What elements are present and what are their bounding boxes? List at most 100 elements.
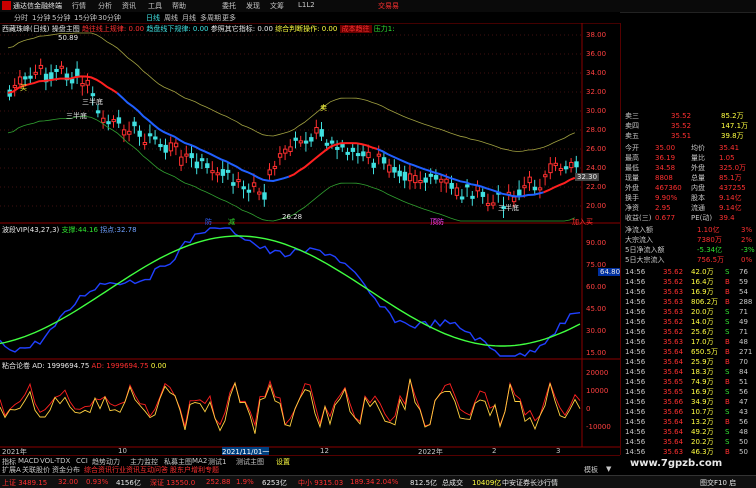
main-axis-tick: 28.00 — [586, 126, 607, 134]
sell-price: 35.51 — [671, 132, 692, 140]
tick-vol: 18.3万 — [691, 368, 714, 376]
main-axis-tick: 32.00 — [586, 88, 607, 96]
candle-body — [184, 153, 189, 157]
tab-period-2[interactable]: 5分钟 — [52, 13, 70, 23]
candle-body — [12, 84, 18, 88]
field-label: 净资 — [625, 204, 639, 212]
tick-vol: 16.9万 — [691, 388, 714, 396]
tab-period-0[interactable]: 分时 — [14, 13, 28, 23]
tick-price: 35.64 — [663, 418, 684, 426]
fn-item-3[interactable]: CCI — [76, 457, 88, 465]
tick-row-2: 14:56 35.63 16.9万 B 54 — [621, 287, 756, 297]
tab-period-5[interactable]: 日线 — [146, 13, 160, 23]
candlesticks — [7, 58, 579, 218]
tab-period-9[interactable]: 更多 — [222, 13, 236, 23]
ext-item-0[interactable]: 扩展A — [2, 465, 21, 475]
ext-item-2[interactable]: 资金分布 — [52, 465, 80, 475]
watermark-text: www.7gpzb.com — [630, 458, 723, 469]
candle-body — [257, 191, 262, 195]
fn-item-2[interactable]: VOL-TDX — [40, 457, 70, 465]
menu-wenchou[interactable]: 文筹 — [270, 1, 284, 11]
fn-item-1[interactable]: MACD — [18, 457, 39, 465]
menu-news[interactable]: 资讯 — [122, 1, 136, 11]
menu-tools[interactable]: 工具 — [148, 1, 162, 11]
tick-price: 35.63 — [663, 288, 684, 296]
field-label: 最高 — [625, 154, 639, 162]
tick-side: B — [725, 298, 730, 306]
ext-item-6[interactable]: 股东户增利专题 — [170, 465, 219, 475]
ad-label2: 0.00 — [150, 362, 167, 370]
tick-vol: 16.4万 — [691, 278, 714, 286]
ma-line-blue — [116, 92, 290, 183]
status-2: 0.93% — [86, 478, 109, 486]
flow-label: 净流入额 — [625, 226, 653, 234]
osc-name[interactable]: 波段VIP(43,27,3) — [2, 226, 59, 234]
chart-area[interactable]: 西藏珠峰(日线) 操盘主图 趋往线上规律: 0.00 趋盘线下规律: 0.00 … — [0, 23, 623, 457]
field-value: 467360 — [655, 184, 682, 192]
xaxis-label-3: 12 — [320, 447, 329, 455]
tab-period-3[interactable]: 15分钟 — [74, 13, 97, 23]
xaxis-label-1: 10 — [118, 447, 127, 455]
kline-svg[interactable] — [0, 23, 620, 455]
ext-item-3[interactable]: 综合资讯 — [84, 465, 112, 475]
tick-price: 35.64 — [663, 438, 684, 446]
tick-price: 35.66 — [663, 398, 684, 406]
tick-row-3: 14:56 35.63 806.2万 B 288 — [621, 297, 756, 307]
menu-help[interactable]: 帮助 — [172, 1, 186, 11]
candle-body — [111, 119, 116, 123]
ext-item-5[interactable]: 互动问答 — [140, 465, 168, 475]
ext-right-1[interactable]: ▼ — [606, 465, 611, 473]
sell-sign-1: 卖 — [320, 104, 327, 112]
field-label2: 总量 — [691, 174, 705, 182]
status-6: 1.9% — [236, 478, 254, 486]
ext-right-0[interactable]: 模板 — [584, 465, 598, 475]
tick-price: 35.66 — [663, 408, 684, 416]
bottom-label-3: 三半底 — [498, 204, 519, 212]
main-axis-tick: 36.00 — [586, 50, 607, 58]
tab-period-8[interactable]: 多周期 — [200, 13, 221, 23]
field-label2: 流通 — [691, 204, 705, 212]
status-5: 252.88 — [206, 478, 231, 486]
zhuijia-label: 加入买 — [572, 218, 593, 226]
flow-value: 7380万 — [697, 236, 722, 244]
menu-discover[interactable]: 发现 — [246, 1, 260, 11]
candle-body — [210, 170, 215, 174]
osc-axis-tick: 15.00 — [586, 349, 607, 357]
tick-price: 35.62 — [663, 268, 684, 276]
candle-body — [85, 79, 90, 86]
ad-axis-tick: -10000 — [586, 423, 611, 431]
tick-count: 271 — [739, 348, 753, 356]
candle-body — [231, 182, 236, 186]
menu-analysis[interactable]: 分析 — [98, 1, 112, 11]
tab-period-4[interactable]: 30分钟 — [98, 13, 121, 23]
xaxis-label-5: 2 — [492, 447, 497, 455]
tick-vol: 16.9万 — [691, 288, 714, 296]
candle-body — [569, 161, 574, 169]
tick-price: 35.64 — [663, 348, 684, 356]
sell-price: 35.52 — [671, 112, 692, 120]
menu-l1l2[interactable]: L1L2 — [298, 1, 315, 9]
field-value: 9.90% — [655, 194, 678, 202]
tab-period-1[interactable]: 1分钟 — [32, 13, 50, 23]
tick-count: 54 — [739, 288, 748, 296]
ext-item-4[interactable]: 行业资讯 — [112, 465, 140, 475]
tick-side: S — [725, 388, 730, 396]
tick-vol: 806.2万 — [691, 298, 719, 306]
candle-body — [480, 191, 486, 197]
ad-name[interactable]: 粘合论卷 AD: 1999694.75 — [2, 362, 89, 370]
flow-change: 0% — [741, 256, 753, 264]
tick-vol: 25.9万 — [691, 358, 714, 366]
candle-body — [553, 162, 558, 167]
candle-body — [449, 182, 454, 189]
menu-market[interactable]: 行情 — [72, 1, 86, 11]
tab-period-6[interactable]: 周线 — [164, 13, 178, 23]
flow-change: 3% — [741, 226, 753, 234]
menu-entrust[interactable]: 委托 — [222, 1, 236, 11]
fn-item-7[interactable]: MA2 — [192, 457, 207, 465]
tick-side: S — [725, 438, 730, 446]
field-label: 收益(三) — [625, 214, 652, 222]
tab-period-7[interactable]: 月线 — [182, 13, 196, 23]
stock-name[interactable]: 西藏珠峰(日线) — [2, 25, 49, 33]
ext-item-1[interactable]: 关联股价 — [22, 465, 50, 475]
trade-button[interactable]: 交易易 — [378, 1, 399, 11]
